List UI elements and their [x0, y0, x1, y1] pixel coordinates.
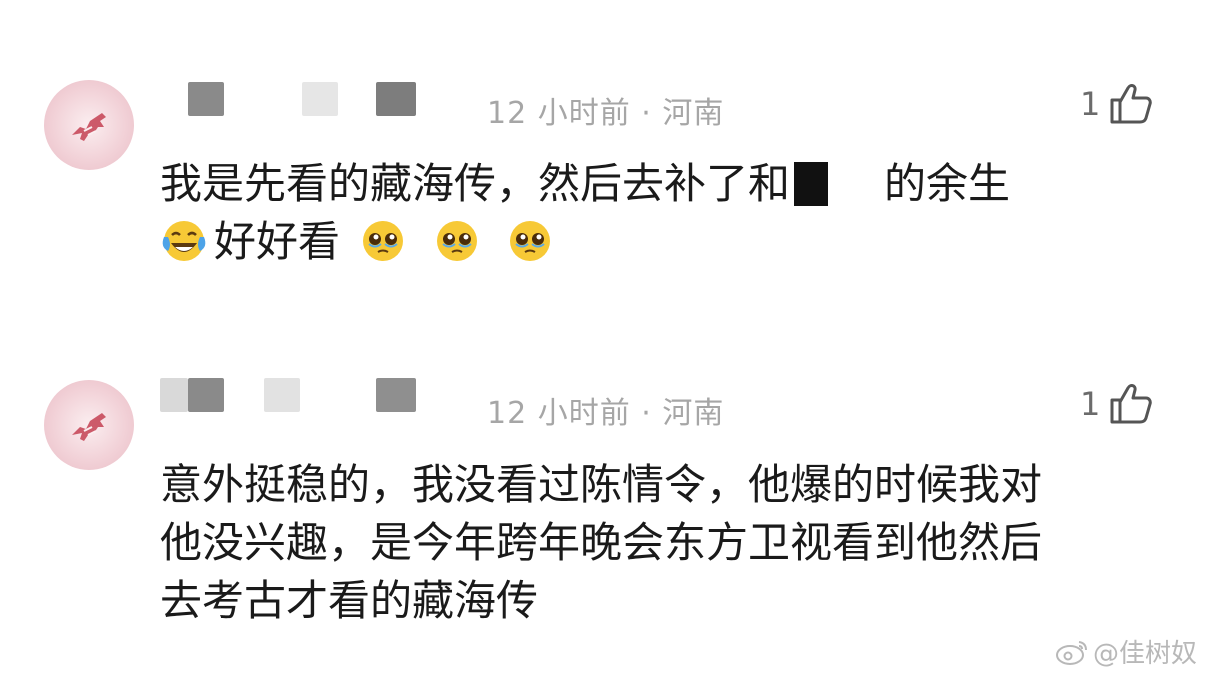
comment-text-part: 的余生 — [884, 159, 1011, 208]
like-count: 1 — [1080, 385, 1101, 423]
like-button[interactable]: 1 — [1080, 80, 1154, 128]
watermark-text: @佳树奴 — [1093, 639, 1198, 669]
redacted-name — [794, 161, 829, 206]
comment-line: 他没兴趣，是今年跨年晚会东方卫视看到他然后 — [160, 518, 1043, 567]
comment-text-part: 好好看 — [214, 217, 341, 266]
comment-line: 去考古才看的藏海传 — [160, 576, 539, 625]
avatar[interactable] — [44, 380, 134, 470]
thumbs-up-icon — [1110, 84, 1153, 124]
pleading-face-emoji — [510, 220, 551, 261]
horse-logo-icon — [72, 113, 106, 141]
watermark: @佳树奴 — [1055, 633, 1197, 670]
username-redacted[interactable] — [160, 378, 430, 418]
like-button[interactable]: 1 — [1080, 380, 1154, 428]
like-count: 1 — [1080, 85, 1101, 123]
horse-logo-icon — [72, 413, 106, 441]
comment-text: 意外挺稳的，我没看过陈情令，他爆的时候我对 他没兴趣，是今年跨年晚会东方卫视看到… — [160, 456, 1042, 630]
comment-line: 意外挺稳的，我没看过陈情令，他爆的时候我对 — [160, 460, 1043, 509]
pleading-face-emoji — [436, 220, 477, 261]
thumbs-up-icon — [1110, 384, 1153, 424]
comment-meta: 12 小时前 · 河南 — [487, 396, 725, 431]
weibo-icon — [1056, 640, 1087, 665]
tears-of-joy-emoji — [162, 220, 206, 261]
comment-meta: 12 小时前 · 河南 — [487, 96, 725, 131]
pleading-face-emoji — [363, 220, 404, 261]
username-redacted[interactable] — [160, 82, 430, 122]
comment-text: 我是先看的藏海传，然后去补了和 的余生 好好看 — [160, 155, 1010, 271]
avatar[interactable] — [44, 80, 134, 170]
comment-text-part: 我是先看的藏海传，然后去补了和 — [160, 159, 791, 208]
